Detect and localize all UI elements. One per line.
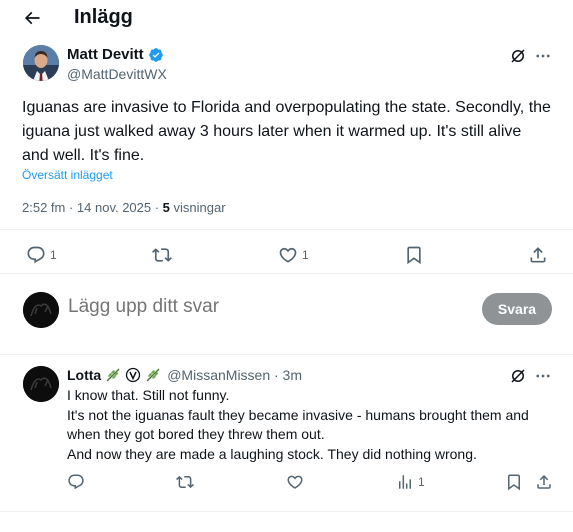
reply-author-name[interactable]: Lotta (67, 367, 101, 383)
analytics-icon (396, 473, 414, 491)
grok-icon[interactable] (509, 367, 527, 385)
like-button[interactable]: 1 (278, 245, 309, 265)
more-options-icon[interactable] (534, 47, 552, 65)
author-name[interactable]: Matt Devitt (67, 46, 164, 63)
reply-handle-time[interactable]: @MissanMissen · 3m (167, 367, 302, 383)
verified-badge-icon (148, 47, 164, 63)
divider (0, 273, 573, 274)
avatar[interactable] (23, 45, 59, 81)
share-button[interactable] (535, 473, 553, 491)
views-button[interactable]: 1 (396, 473, 425, 491)
reply-text: I know that. Still not funny. It's not t… (67, 386, 557, 464)
page-title: Inlägg (74, 6, 133, 28)
user-avatar[interactable] (23, 292, 59, 328)
translate-link[interactable]: Översätt inlägget (22, 168, 113, 182)
reply-line: I know that. Still not funny. (67, 387, 230, 403)
reply-button[interactable]: 1 (26, 245, 57, 265)
share-icon (528, 245, 548, 265)
post-text: Iguanas are invasive to Florida and over… (22, 99, 551, 164)
views-count: 1 (418, 475, 425, 489)
reply-header: Lotta @MissanMissen · 3m (67, 367, 302, 383)
reply-count: 1 (50, 248, 57, 262)
repost-icon (176, 473, 194, 491)
bookmark-button[interactable] (404, 245, 424, 265)
reply-input[interactable] (68, 296, 448, 318)
author-name-text: Matt Devitt (67, 46, 144, 63)
like-count: 1 (302, 248, 309, 262)
arrow-left-icon[interactable] (20, 7, 44, 29)
reply-avatar[interactable] (23, 366, 59, 402)
repost-button[interactable] (152, 245, 176, 265)
bookmark-icon (505, 473, 523, 491)
bookmark-button[interactable] (505, 473, 523, 491)
post-meta: 2:52 fm · 14 nov. 2025 · 5 visningar (22, 200, 226, 215)
herb-emoji-icon (105, 367, 121, 383)
reply-icon (67, 473, 85, 491)
heart-icon (278, 245, 298, 265)
divider (0, 229, 573, 230)
views-label: visningar (169, 200, 226, 215)
timestamp[interactable]: 2:52 fm · 14 nov. 2025 · (22, 200, 163, 215)
reply-line: And now they are made a laughing stock. … (67, 445, 477, 462)
divider (0, 511, 573, 512)
reply-line: It's not the iguanas fault they became i… (67, 406, 529, 443)
heart-icon (286, 473, 304, 491)
bookmark-icon (404, 245, 424, 265)
divider (0, 354, 573, 355)
author-handle[interactable]: @MattDevittWX (67, 66, 167, 82)
share-button[interactable] (528, 245, 548, 265)
reply-submit-button[interactable]: Svara (482, 293, 552, 325)
grok-icon[interactable] (509, 47, 527, 65)
reply-button[interactable] (67, 473, 85, 491)
views-count: 5 (162, 200, 170, 215)
reply-icon (26, 245, 46, 265)
herb-emoji-icon (145, 367, 161, 383)
repost-button[interactable] (176, 473, 194, 491)
vegan-symbol-icon (125, 367, 141, 383)
like-button[interactable] (286, 473, 304, 491)
top-bar: Inlägg (0, 0, 573, 36)
share-icon (535, 473, 553, 491)
repost-icon (152, 245, 172, 265)
more-options-icon[interactable] (534, 367, 552, 385)
